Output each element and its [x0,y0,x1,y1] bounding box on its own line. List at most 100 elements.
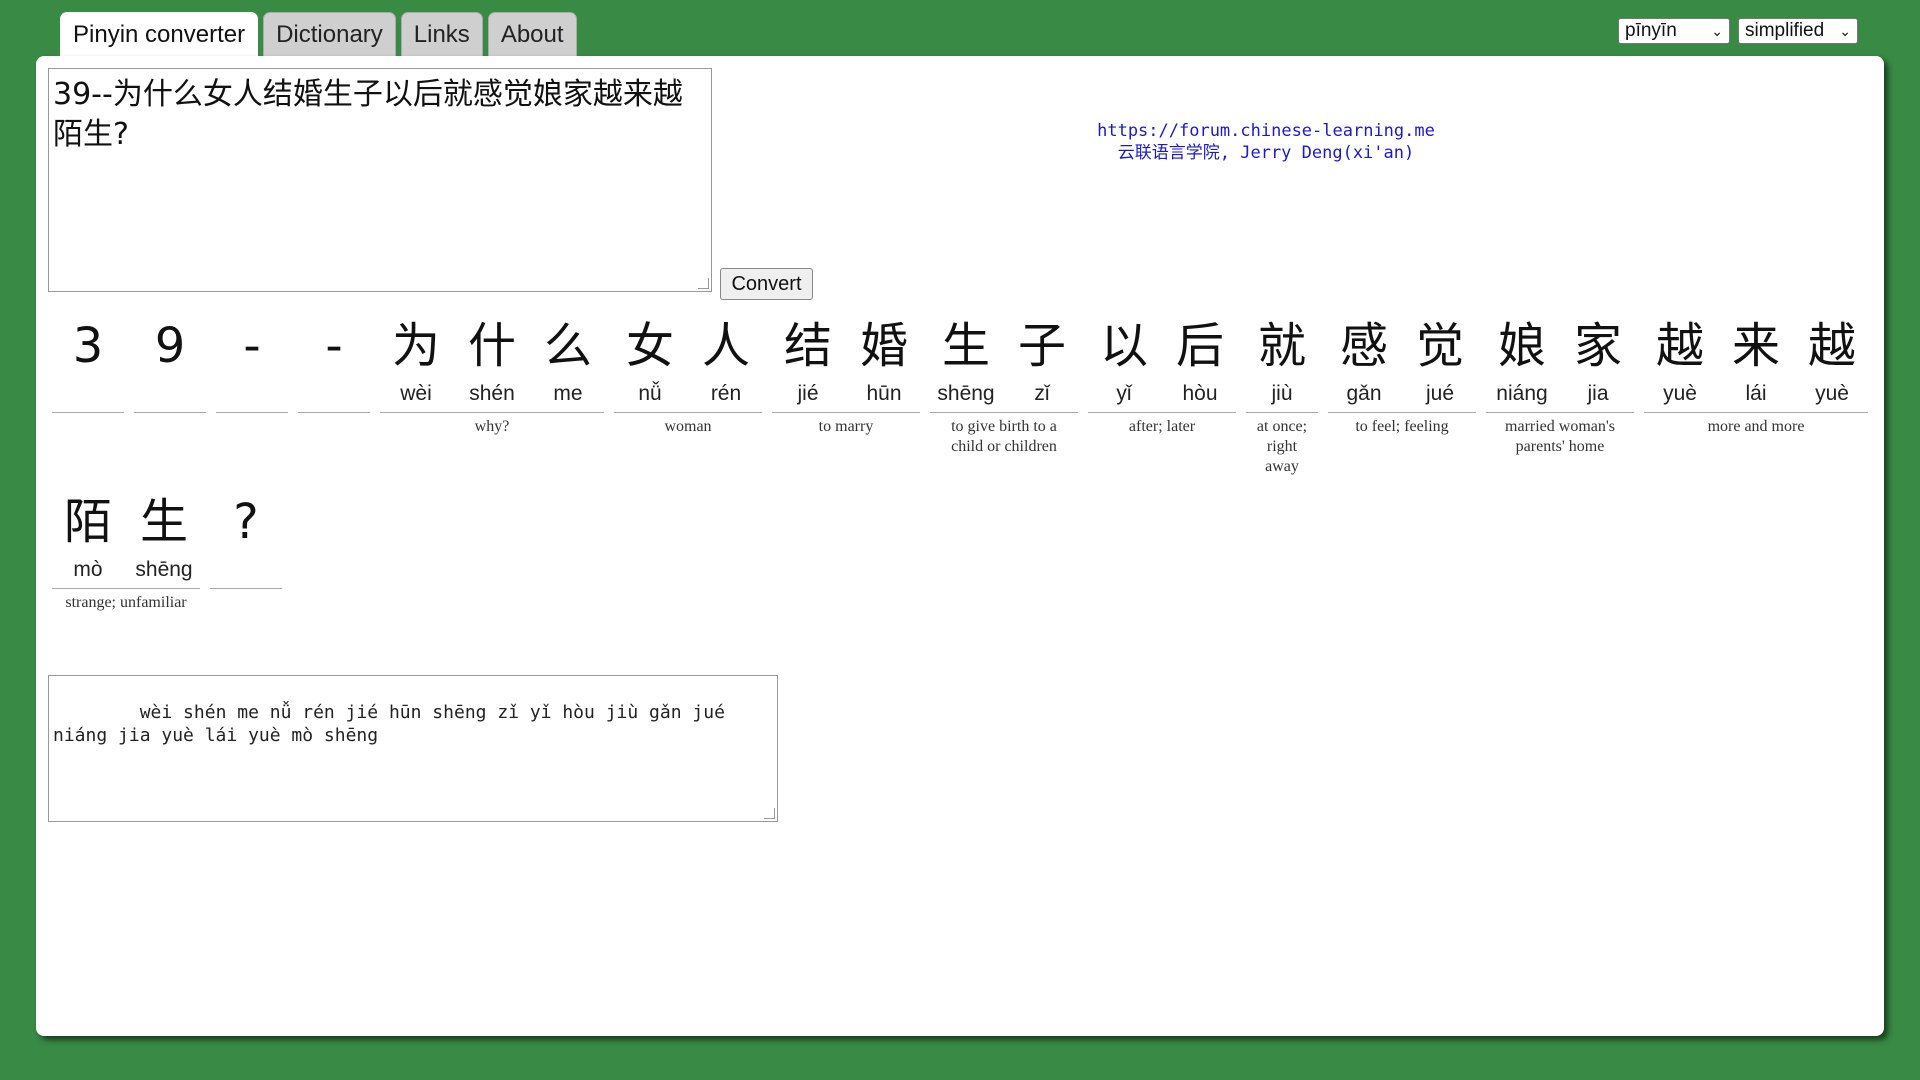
pinyin: gǎn [1346,382,1382,405]
character-cell: 3 [50,312,126,412]
word-group[interactable]: 生 shēng 子 zǐ to give birth to a child or chi… [928,312,1080,477]
hanzi: 来 [1731,318,1780,374]
word-definition [58,413,118,417]
character-cell: 越 yuè [1642,312,1718,412]
character-cell: 觉 jué [1402,312,1478,412]
word-characters: 生 shēng 子 zǐ [928,312,1080,412]
hanzi: - [325,318,343,374]
tab-pinyin-converter[interactable]: Pinyin converter [60,12,259,58]
forum-link[interactable]: https://forum.chinese-learning.me [1036,120,1496,142]
hanzi: 陌 [63,494,112,550]
hanzi: 9 [154,318,186,374]
hanzi: 以 [1099,318,1148,374]
script-select[interactable]: simplified ⌄ [1738,18,1858,44]
tab-dictionary[interactable]: Dictionary [263,12,396,56]
character-cell: 生 shēng [928,312,1004,412]
tone-mode-select[interactable]: pīnyīn ⌄ [1618,18,1730,44]
character-cell: 后 hòu [1162,312,1238,412]
annotation-row-1: 3 9- - 为 wèi 什 shén 么 me why? 女 nǚ 人 rén woman 结 jié 婚 hūn… [50,312,1876,477]
word-group[interactable]: - [214,312,290,477]
word-characters: - [296,312,372,412]
character-cell: 为 wèi [378,312,454,412]
attribution: 云联语言学院, Jerry Deng(xi'an) [1117,143,1415,163]
word-characters: 9 [132,312,208,412]
word-group[interactable]: 陌 mò 生 shēng strange; unfamiliar [50,488,202,613]
word-definition: why? [474,418,510,435]
pinyin [296,380,372,412]
resize-handle-icon[interactable] [764,808,775,819]
word-characters: 女 nǚ 人 rén [612,312,764,412]
word-characters: 陌 mò 生 shēng [50,488,202,588]
resize-handle-icon[interactable] [698,278,709,289]
word-group[interactable]: 3 [50,312,126,477]
word-characters: 为 wèi 什 shén 么 me [378,312,606,412]
hanzi: 女 [625,318,674,374]
pinyin: shēng [135,558,193,581]
chinese-input-textarea[interactable]: 39--为什么女人结婚生子以后就感觉娘家越来越陌生? [48,68,712,292]
hanzi: 家 [1573,318,1622,374]
word-group[interactable]: - [296,312,372,477]
word-characters: 以 yǐ 后 hòu [1086,312,1238,412]
word-definition: strange; unfamiliar [65,594,187,611]
character-cell: 婚 hūn [846,312,922,412]
character-cell: 家 jia [1560,312,1636,412]
character-cell: - [214,312,290,412]
hanzi: 婚 [859,318,908,374]
character-cell: 女 nǚ [612,312,688,412]
word-group[interactable]: 感 gǎn 觉 jué to feel; feeling [1326,312,1478,477]
pinyin: zǐ [1034,382,1050,405]
word-group[interactable]: 为 wèi 什 shén 么 me why? [378,312,606,477]
hanzi: 越 [1655,318,1704,374]
word-characters: 结 jié 婚 hūn [770,312,922,412]
word-characters: ? [208,488,284,588]
main-panel: 39--为什么女人结婚生子以后就感觉娘家越来越陌生? Convert https… [36,56,1884,1036]
tab-links[interactable]: Links [400,12,483,56]
chevron-down-icon: ⌄ [1839,22,1851,39]
character-cell: 就 jiù [1244,312,1320,412]
word-group[interactable]: 就 jiù at once; right away [1244,312,1320,477]
pinyin [208,556,284,588]
word-group[interactable]: 结 jié 婚 hūn to marry [770,312,922,477]
pinyin: nǚ [638,382,662,405]
chevron-down-icon: ⌄ [1711,22,1723,39]
word-group[interactable]: 娘 niáng 家 jia married woman's parents' home [1484,312,1636,477]
pinyin: jia [1587,382,1609,405]
tab-about[interactable]: About [487,12,577,56]
character-cell: 结 jié [770,312,846,412]
input-text: 39--为什么女人结婚生子以后就感觉娘家越来越陌生? [53,77,683,152]
pinyin [132,380,208,412]
hanzi: 么 [543,318,592,374]
word-definition: after; later [1128,418,1196,435]
hanzi: 为 [391,318,440,374]
word-definition: more and more [1707,418,1805,435]
hanzi: - [243,318,261,374]
pinyin: wèi [400,382,432,405]
character-cell: 越 yuè [1794,312,1870,412]
hanzi: 觉 [1415,318,1464,374]
credits: https://forum.chinese-learning.me 云联语言学院… [1036,120,1496,164]
character-cell: ? [208,488,284,588]
hanzi: 结 [783,318,832,374]
word-characters: 就 jiù [1244,312,1320,412]
pinyin: jué [1425,382,1455,405]
pinyin [214,380,290,412]
pinyin: yǐ [1116,382,1132,405]
pinyin-output-textarea[interactable]: wèi shén me nǚ rén jié hūn shēng zǐ yǐ h… [48,675,778,822]
character-cell: - [296,312,372,412]
word-group[interactable]: 9 [132,312,208,477]
word-definition [140,413,200,417]
word-group[interactable]: 越 yuè 来 lái 越 yuè more and more [1642,312,1870,477]
pinyin: mò [73,558,103,581]
hanzi: 娘 [1497,318,1546,374]
word-group[interactable]: 女 nǚ 人 rén woman [612,312,764,477]
pinyin: yuè [1815,382,1849,405]
pinyin: jié [797,382,819,405]
word-characters: - [214,312,290,412]
word-definition: woman [664,418,712,435]
word-group[interactable]: 以 yǐ 后 hòu after; later [1086,312,1238,477]
output-text: wèi shén me nǚ rén jié hūn shēng zǐ yǐ h… [53,702,736,746]
pinyin: lái [1745,382,1767,405]
convert-button[interactable]: Convert [720,268,813,300]
hanzi: 子 [1017,318,1066,374]
word-group[interactable]: ? [208,488,284,613]
